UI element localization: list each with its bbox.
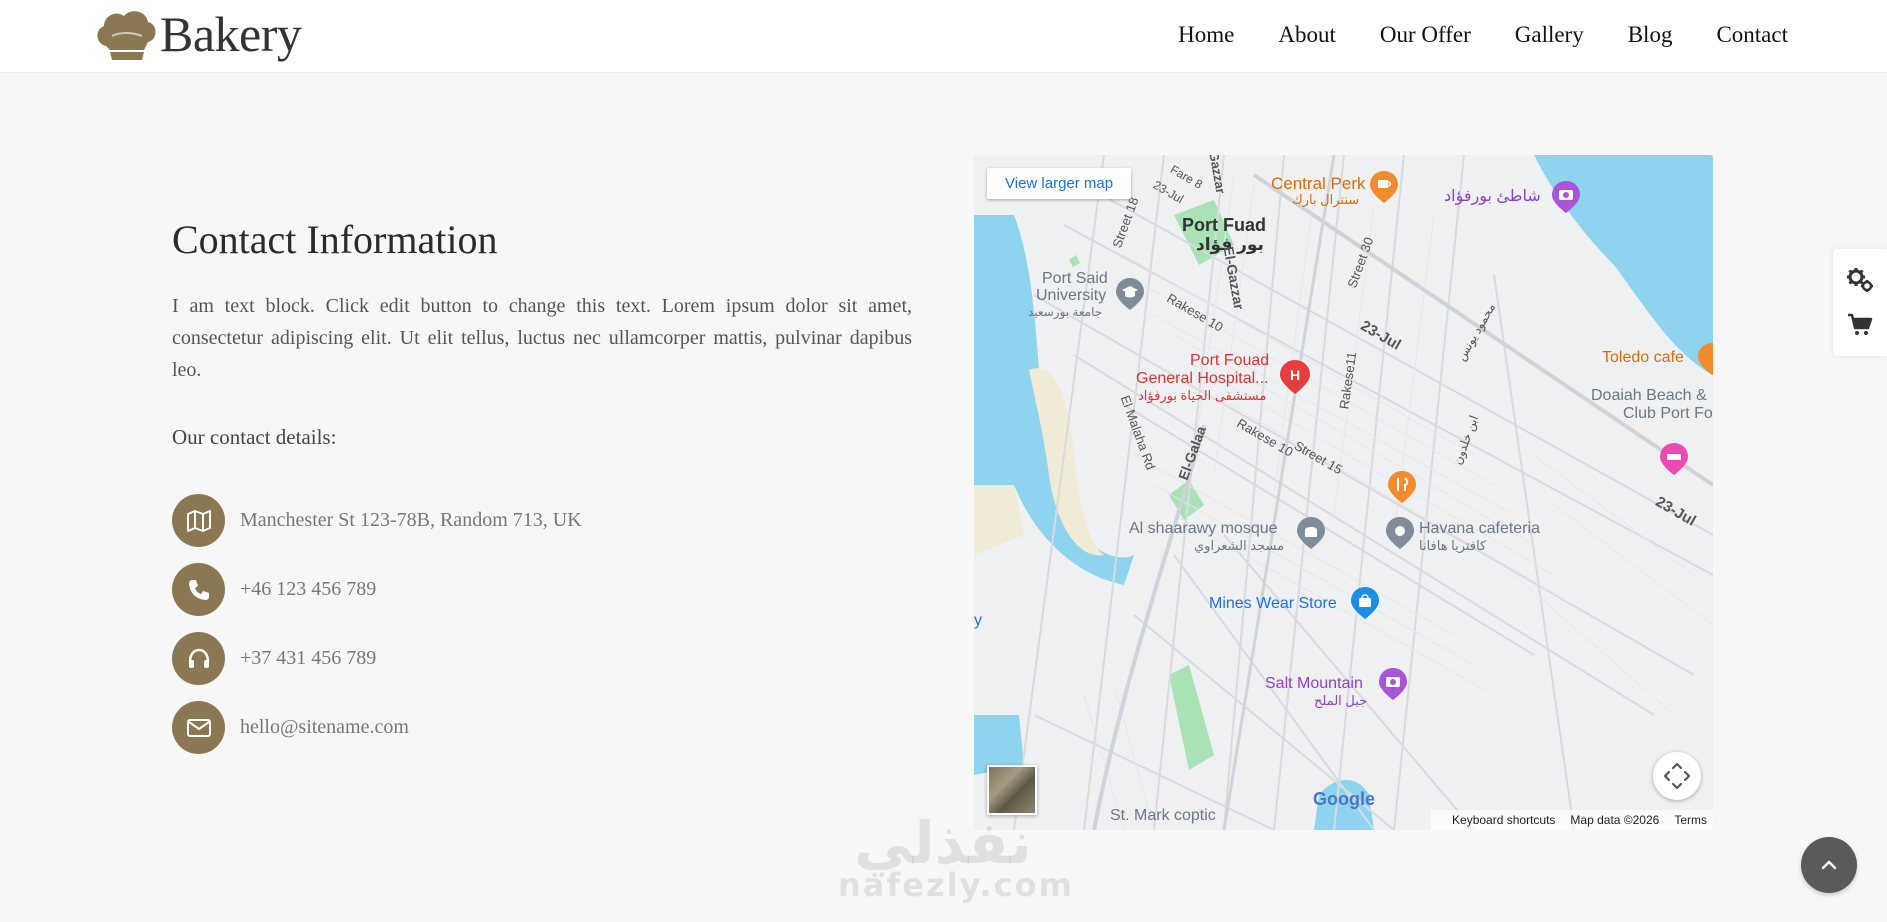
terms-link[interactable]: Terms bbox=[1674, 813, 1707, 827]
logo[interactable]: Bakery bbox=[92, 6, 302, 62]
nav-about[interactable]: About bbox=[1278, 20, 1336, 50]
map-label-beach-ar[interactable]: شاطئ بورفؤاد bbox=[1444, 186, 1541, 206]
mosque-marker-icon[interactable] bbox=[1297, 517, 1325, 549]
google-logo-text: Google bbox=[1313, 789, 1375, 809]
nav-home[interactable]: Home bbox=[1178, 20, 1234, 50]
nav-blog[interactable]: Blog bbox=[1628, 20, 1673, 50]
shopping-marker-icon[interactable] bbox=[1351, 587, 1379, 619]
map-label-hospital-ar[interactable]: مستشفى الحياة بورفؤاد bbox=[1138, 388, 1266, 404]
back-to-top-button[interactable] bbox=[1801, 837, 1857, 893]
cart-icon[interactable] bbox=[1844, 309, 1876, 341]
main-nav: Home About Our Offer Gallery Blog Contac… bbox=[1134, 20, 1788, 50]
map-icon bbox=[172, 494, 225, 547]
nav-contact[interactable]: Contact bbox=[1716, 20, 1788, 50]
contact-title: Contact Information bbox=[172, 217, 498, 262]
fullscreen-button[interactable] bbox=[1653, 752, 1701, 800]
map-label-university-ar[interactable]: جامعة بورسعيد bbox=[1028, 305, 1102, 319]
hospital-marker-icon[interactable]: H bbox=[1280, 360, 1310, 394]
nav-gallery[interactable]: Gallery bbox=[1515, 20, 1584, 50]
map-label-havana-ar[interactable]: كافتريا هافانا bbox=[1419, 538, 1486, 554]
contact-phone-1: +46 123 456 789 bbox=[172, 563, 376, 616]
map-data-attribution: Map data ©2026 bbox=[1570, 813, 1660, 827]
envelope-icon bbox=[172, 701, 225, 754]
restaurant-marker-icon[interactable] bbox=[1388, 471, 1416, 503]
headphones-icon bbox=[172, 632, 225, 685]
svg-text:H: H bbox=[1290, 367, 1300, 383]
place-marker-icon[interactable] bbox=[1386, 517, 1414, 549]
view-larger-map-link[interactable]: View larger map bbox=[987, 168, 1132, 199]
map-label-toledo[interactable]: Toledo cafe bbox=[1602, 349, 1684, 367]
map-label-mines[interactable]: Mines Wear Store bbox=[1209, 595, 1337, 613]
side-widget bbox=[1833, 249, 1887, 356]
chevron-up-icon bbox=[1821, 860, 1837, 870]
contact-address: Manchester St 123-78B, Random 713, UK bbox=[172, 494, 582, 547]
google-map[interactable]: H Central Perk سنترال بارك شاطئ بورفؤاد … bbox=[974, 155, 1713, 830]
logo-text: Bakery bbox=[160, 6, 302, 62]
map-label-edge: y bbox=[974, 612, 982, 629]
map-label-central-perk-ar[interactable]: سنترال بارك bbox=[1292, 192, 1359, 208]
hotel-marker-icon[interactable] bbox=[1660, 443, 1688, 475]
cafe-marker-icon[interactable] bbox=[1370, 171, 1398, 203]
map-label-hospital-1[interactable]: Port Fouad bbox=[1190, 352, 1269, 370]
map-label-doaiah-2[interactable]: Club Port Fo bbox=[1623, 405, 1713, 423]
camera-marker-icon[interactable] bbox=[1552, 181, 1580, 213]
gears-icon[interactable] bbox=[1844, 264, 1876, 296]
contact-phone-2: +37 431 456 789 bbox=[172, 632, 376, 685]
map-footer: Keyboard shortcuts Map data ©2026 Terms bbox=[1431, 810, 1713, 830]
watermark: نفذلي nafezly.com bbox=[838, 808, 1074, 904]
phone-icon bbox=[172, 563, 225, 616]
map-label-salt[interactable]: Salt Mountain bbox=[1265, 675, 1363, 693]
map-label-mosque-ar[interactable]: مسجد الشعراوي bbox=[1194, 538, 1284, 554]
map-label-university-1[interactable]: Port Said bbox=[1042, 270, 1108, 288]
email-value[interactable]: hello@sitename.com bbox=[240, 716, 409, 739]
contact-text: I am text block. Click edit button to ch… bbox=[172, 295, 912, 381]
map-label-mosque[interactable]: Al shaarawy mosque bbox=[1129, 520, 1278, 538]
map-label-doaiah-1[interactable]: Doaiah Beach & bbox=[1591, 387, 1707, 405]
cafe-marker-icon[interactable] bbox=[1698, 343, 1713, 375]
camera-marker-icon[interactable] bbox=[1379, 668, 1407, 700]
google-logo: Google bbox=[1313, 789, 1375, 810]
watermark-domain: nafezly.com bbox=[838, 866, 1074, 904]
map-label-university-2[interactable]: University bbox=[1036, 287, 1106, 305]
keyboard-shortcuts-link[interactable]: Keyboard shortcuts bbox=[1452, 813, 1555, 827]
map-tiles[interactable] bbox=[974, 155, 1713, 830]
contact-email: hello@sitename.com bbox=[172, 701, 409, 754]
chef-hat-icon bbox=[97, 11, 156, 60]
map-label-port-fuad[interactable]: Port Fuad bbox=[1182, 215, 1266, 236]
map-label-central-perk[interactable]: Central Perk bbox=[1271, 174, 1365, 194]
nav-our-offer[interactable]: Our Offer bbox=[1380, 20, 1471, 50]
phone-1-value[interactable]: +46 123 456 789 bbox=[240, 578, 376, 601]
phone-2-value[interactable]: +37 431 456 789 bbox=[240, 647, 376, 670]
map-label-havana[interactable]: Havana cafeteria bbox=[1419, 520, 1540, 538]
map-label-hospital-2[interactable]: General Hospital... bbox=[1136, 370, 1269, 388]
map-label-st-mark[interactable]: St. Mark coptic bbox=[1110, 807, 1216, 825]
contact-details-label: Our contact details: bbox=[172, 425, 337, 449]
site-header: Bakery Home About Our Offer Gallery Blog… bbox=[0, 0, 1887, 73]
map-label-salt-ar[interactable]: جبل الملح bbox=[1314, 693, 1367, 709]
university-marker-icon[interactable] bbox=[1116, 278, 1144, 310]
expand-arrows-icon bbox=[1663, 762, 1691, 790]
address-value: Manchester St 123-78B, Random 713, UK bbox=[240, 509, 582, 531]
